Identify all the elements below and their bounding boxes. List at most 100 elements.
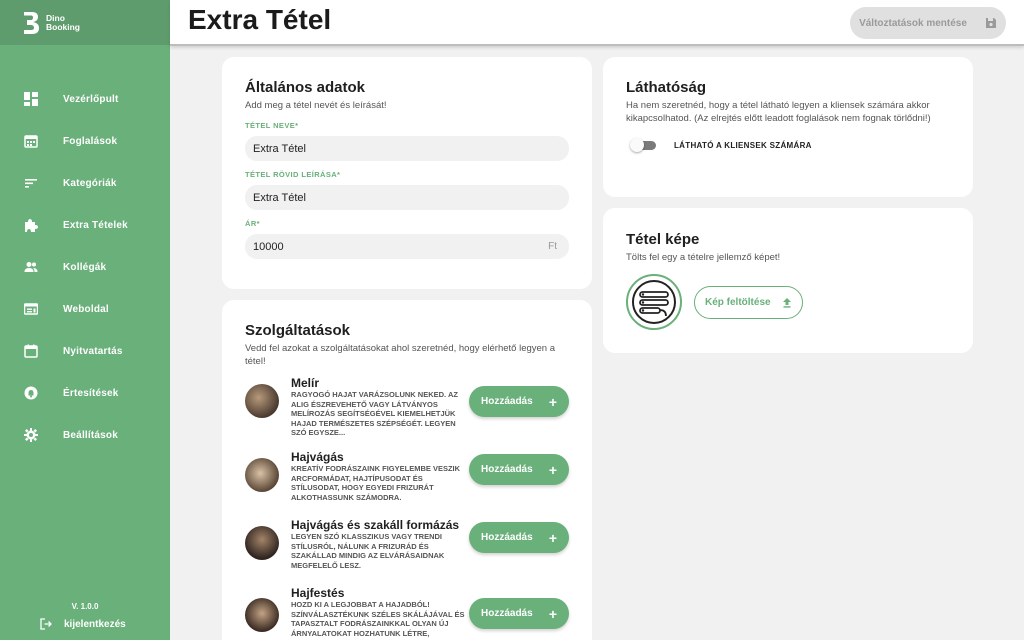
- sidebar-item-label: Kategóriák: [63, 177, 117, 189]
- short-desc-input[interactable]: Extra Tétel: [245, 185, 569, 210]
- sidebar-item-label: Értesítések: [63, 387, 119, 399]
- item-name-input[interactable]: Extra Tétel: [245, 136, 569, 161]
- toggle-knob: [630, 138, 644, 152]
- card-title: Láthatóság: [626, 79, 707, 96]
- app-version: V. 1.0.0: [71, 602, 99, 611]
- sidebar-item-dashboard[interactable]: Vezérlőpult: [0, 78, 170, 120]
- card-subtitle: Vedd fel azokat a szolgáltatásokat ahol …: [245, 343, 556, 367]
- top-bar: Extra Tétel Változtatások mentése: [170, 0, 1024, 46]
- plus-icon: +: [548, 461, 557, 478]
- service-description: RAGYOGÓ HAJAT VARÁZSOLUNK NEKED. AZ ALIG…: [291, 390, 458, 437]
- save-changes-button[interactable]: Változtatások mentése: [850, 7, 1006, 39]
- sidebar-item-label: Weboldal: [63, 303, 109, 315]
- people-icon: [24, 260, 38, 274]
- service-item: Hajvágás és szakáll formázás LEGYEN SZÓ …: [245, 518, 569, 570]
- service-avatar: [245, 526, 279, 560]
- item-image-card: Tétel képe Tölts fel egy a tételre jelle…: [603, 208, 973, 353]
- dashboard-icon: [24, 92, 38, 106]
- service-avatar: [245, 384, 279, 418]
- sidebar-item-label: Foglalások: [63, 135, 118, 147]
- sidebar-item-opening-hours[interactable]: Nyitvatartás: [0, 330, 170, 372]
- price-value: 10000: [253, 240, 284, 253]
- calendar-icon: [24, 134, 38, 148]
- visibility-toggle[interactable]: [630, 138, 656, 152]
- plus-icon: +: [548, 529, 557, 546]
- sidebar-item-label: Beállítások: [63, 429, 119, 441]
- general-data-card: Általános adatok Add meg a tétel nevét é…: [222, 57, 592, 289]
- puzzle-icon: [24, 218, 38, 232]
- plus-icon: +: [548, 605, 557, 622]
- brand-line2: Booking: [46, 21, 80, 32]
- sidebar-item-settings[interactable]: Beállítások: [0, 414, 170, 456]
- sidebar-item-colleagues[interactable]: Kollégák: [0, 246, 170, 288]
- list-icon: [24, 176, 38, 190]
- sidebar-item-extra-items[interactable]: Extra Tételek: [0, 204, 170, 246]
- sidebar-item-label: Kollégák: [63, 261, 107, 273]
- short-desc-label: TÉTEL RÖVID LEÍRÁSA*: [245, 170, 341, 179]
- sidebar-item-label: Nyitvatartás: [63, 345, 123, 357]
- card-subtitle: Tölts fel egy a tételre jellemző képet!: [626, 252, 781, 263]
- logout-icon: [40, 618, 52, 630]
- sidebar-item-categories[interactable]: Kategóriák: [0, 162, 170, 204]
- service-name: Hajfestés: [291, 586, 345, 600]
- add-service-button[interactable]: Hozzáadás +: [469, 386, 569, 417]
- sidebar-item-label: Extra Tételek: [63, 219, 128, 231]
- service-description: KREATÍV FODRÁSZAINK FIGYELEMBE VESZIK AR…: [291, 464, 461, 502]
- plus-icon: +: [548, 393, 557, 410]
- visibility-toggle-label: LÁTHATÓ A KLIENSEK SZÁMÁRA: [674, 140, 812, 150]
- card-title: Általános adatok: [245, 79, 366, 96]
- price-label: ÁR*: [245, 219, 260, 228]
- save-changes-label: Változtatások mentése: [859, 17, 967, 29]
- service-description: HOZD KI A LEGJOBBAT A HAJADBÓL! SZÍNVÁLA…: [291, 600, 465, 640]
- services-card: Szolgáltatások Vedd fel azokat a szolgál…: [222, 300, 592, 640]
- sidebar-nav: Vezérlőpult Foglalások Kategóriák Extra …: [0, 78, 170, 456]
- visibility-card: Láthatóság Ha nem szeretnéd, hogy a téte…: [603, 57, 973, 197]
- service-name: Hajvágás: [291, 450, 344, 464]
- calendar-blank-icon: [24, 344, 38, 358]
- logout-button[interactable]: kijelentkezés: [40, 618, 126, 630]
- upload-image-label: Kép feltöltése: [705, 296, 771, 308]
- sidebar: Dino Booking Vezérlőpult Foglalások Kate…: [0, 0, 170, 640]
- card-subtitle: Ha nem szeretnéd, hogy a tétel látható l…: [626, 100, 931, 124]
- service-name: Melír: [291, 376, 320, 390]
- logout-label: kijelentkezés: [64, 618, 126, 630]
- upload-image-button[interactable]: Kép feltöltése: [694, 285, 803, 319]
- add-service-button[interactable]: Hozzáadás +: [469, 522, 569, 553]
- service-avatar: [245, 458, 279, 492]
- sidebar-item-bookings[interactable]: Foglalások: [0, 120, 170, 162]
- brand[interactable]: Dino Booking: [0, 0, 170, 45]
- add-label: Hozzáadás: [481, 608, 533, 619]
- card-title: Szolgáltatások: [245, 322, 351, 339]
- item-image-preview: [626, 274, 682, 330]
- service-item: Hajvágás KREATÍV FODRÁSZAINK FIGYELEMBE …: [245, 450, 569, 502]
- short-desc-value: Extra Tétel: [253, 191, 306, 204]
- price-input[interactable]: 10000 Ft: [245, 234, 569, 259]
- visibility-toggle-row: LÁTHATÓ A KLIENSEK SZÁMÁRA: [626, 138, 950, 152]
- price-unit: Ft: [548, 241, 557, 252]
- service-name: Hajvágás és szakáll formázás: [291, 518, 460, 532]
- service-avatar: [245, 598, 279, 632]
- item-name-label: TÉTEL NEVE*: [245, 121, 299, 130]
- save-icon: [985, 18, 996, 28]
- bell-icon: [24, 386, 38, 400]
- item-name-value: Extra Tétel: [253, 142, 306, 155]
- add-service-button[interactable]: Hozzáadás +: [469, 598, 569, 629]
- gear-icon: [24, 428, 38, 442]
- page-title: Extra Tétel: [188, 4, 332, 35]
- service-item: Melír RAGYOGÓ HAJAT VARÁZSOLUNK NEKED. A…: [245, 376, 569, 438]
- sidebar-item-notifications[interactable]: Értesítések: [0, 372, 170, 414]
- add-label: Hozzáadás: [481, 532, 533, 543]
- sidebar-item-website[interactable]: Weboldal: [0, 288, 170, 330]
- upload-icon: [783, 297, 791, 308]
- card-subtitle: Add meg a tétel nevét és leírását!: [245, 100, 387, 111]
- add-label: Hozzáadás: [481, 464, 533, 475]
- service-description: LEGYEN SZÓ KLASSZIKUS VAGY TRENDI STÍLUS…: [291, 532, 445, 570]
- sidebar-item-label: Vezérlőpult: [63, 93, 119, 105]
- dino-logo-icon: [22, 11, 40, 35]
- add-service-button[interactable]: Hozzáadás +: [469, 454, 569, 485]
- add-label: Hozzáadás: [481, 396, 533, 407]
- card-title: Tétel képe: [626, 231, 700, 248]
- service-item: Hajfestés HOZD KI A LEGJOBBAT A HAJADBÓL…: [245, 586, 569, 640]
- web-icon: [24, 302, 38, 316]
- placeholder-item-icon: [632, 280, 676, 324]
